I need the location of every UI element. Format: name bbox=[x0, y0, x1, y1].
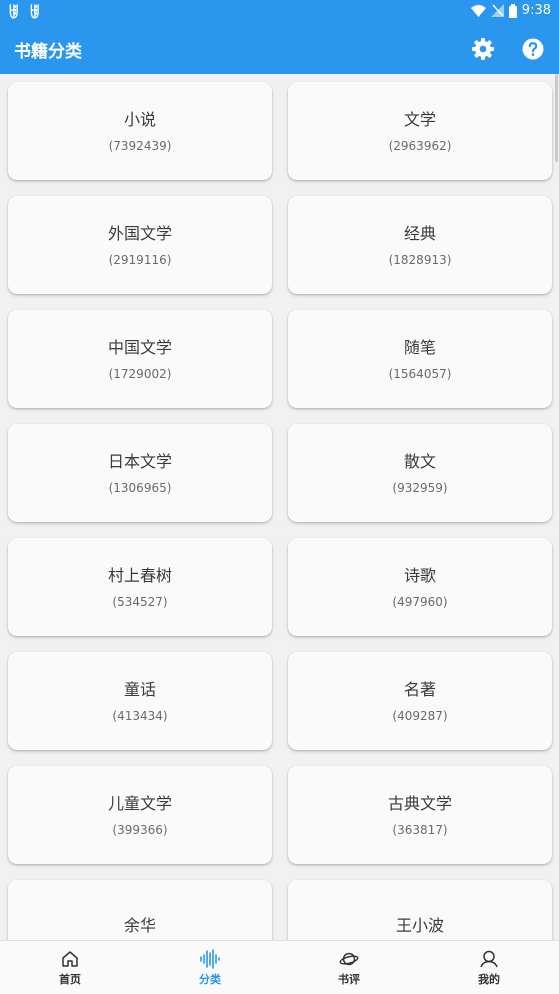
settings-button[interactable] bbox=[471, 37, 495, 61]
category-card[interactable]: 余华 bbox=[8, 880, 272, 940]
category-count: (1729002) bbox=[108, 366, 172, 381]
category-card[interactable]: 日本文学 (1306965) bbox=[8, 424, 272, 522]
nav-label: 书评 bbox=[338, 973, 360, 986]
status-bar: ꂍ ꂍ 9:38 bbox=[0, 0, 559, 24]
category-count: (497960) bbox=[392, 594, 448, 609]
category-name: 名著 bbox=[403, 679, 436, 699]
nav-item-home[interactable]: 首页 bbox=[0, 941, 140, 994]
category-card[interactable]: 经典 (1828913) bbox=[288, 196, 552, 294]
category-card[interactable]: 古典文学 (363817) bbox=[288, 766, 552, 864]
nav-item-profile[interactable]: 我的 bbox=[419, 941, 559, 994]
question-circle-icon bbox=[522, 38, 544, 60]
category-card[interactable]: 文学 (2963962) bbox=[288, 82, 552, 180]
category-name: 王小波 bbox=[395, 915, 444, 935]
category-count: (409287) bbox=[392, 708, 448, 723]
home-icon bbox=[59, 949, 81, 969]
bottom-nav: 首页 分类 书评 我的 bbox=[0, 940, 559, 994]
category-count: (1306965) bbox=[108, 480, 172, 495]
category-card[interactable]: 中国文学 (1729002) bbox=[8, 310, 272, 408]
category-count: (363817) bbox=[392, 822, 448, 837]
nav-item-reviews[interactable]: 书评 bbox=[279, 941, 419, 994]
category-name: 经典 bbox=[403, 223, 436, 243]
no-signal-icon bbox=[490, 4, 504, 17]
category-count: (7392439) bbox=[108, 138, 172, 153]
status-icons: 9:38 bbox=[470, 3, 551, 18]
category-card[interactable]: 外国文学 (2919116) bbox=[8, 196, 272, 294]
category-name: 日本文学 bbox=[107, 451, 172, 471]
category-count: (534527) bbox=[112, 594, 168, 609]
page-title: 书籍分类 bbox=[14, 42, 82, 62]
category-name: 古典文学 bbox=[387, 793, 452, 813]
category-name: 小说 bbox=[123, 109, 156, 129]
category-list[interactable]: 小说 (7392439) 文学 (2963962) 外国文学 (2919116) 经典… bbox=[0, 74, 559, 940]
notification-icons: ꂍ ꂍ bbox=[8, 4, 43, 22]
clock: 9:38 bbox=[521, 3, 551, 18]
category-card[interactable]: 小说 (7392439) bbox=[8, 82, 272, 180]
category-count: (2919116) bbox=[108, 252, 172, 267]
category-card[interactable]: 名著 (409287) bbox=[288, 652, 552, 750]
category-count: (413434) bbox=[112, 708, 168, 723]
wifi-icon bbox=[470, 4, 486, 17]
soundwave-icon bbox=[199, 949, 221, 969]
nav-label: 我的 bbox=[478, 973, 500, 986]
category-card[interactable]: 王小波 bbox=[288, 880, 552, 940]
category-name: 余华 bbox=[123, 915, 156, 935]
category-name: 散文 bbox=[403, 451, 436, 471]
help-button[interactable] bbox=[521, 37, 545, 61]
category-count: (932959) bbox=[392, 480, 448, 495]
category-count: (1828913) bbox=[388, 252, 452, 267]
category-name: 村上春树 bbox=[107, 565, 172, 585]
category-name: 童话 bbox=[123, 679, 156, 699]
scrollbar[interactable] bbox=[555, 74, 558, 162]
category-name: 中国文学 bbox=[107, 337, 172, 357]
nav-item-category[interactable]: 分类 bbox=[140, 941, 280, 994]
category-card[interactable]: 诗歌 (497960) bbox=[288, 538, 552, 636]
category-count: (1564057) bbox=[388, 366, 452, 381]
category-card[interactable]: 随笔 (1564057) bbox=[288, 310, 552, 408]
category-card[interactable]: 童话 (413434) bbox=[8, 652, 272, 750]
gear-icon bbox=[472, 38, 494, 60]
category-grid: 小说 (7392439) 文学 (2963962) 外国文学 (2919116) 经典… bbox=[8, 82, 552, 940]
person-icon bbox=[478, 949, 500, 969]
nav-label: 分类 bbox=[199, 973, 221, 986]
category-name: 诗歌 bbox=[403, 565, 436, 585]
category-count: (2963962) bbox=[388, 138, 452, 153]
nav-label: 首页 bbox=[59, 973, 81, 986]
planet-icon bbox=[338, 949, 360, 969]
category-name: 文学 bbox=[403, 109, 436, 129]
app-bar: 书籍分类 bbox=[0, 24, 559, 74]
category-card[interactable]: 儿童文学 (399366) bbox=[8, 766, 272, 864]
battery-icon bbox=[508, 3, 517, 18]
category-name: 外国文学 bbox=[107, 223, 172, 243]
category-card[interactable]: 散文 (932959) bbox=[288, 424, 552, 522]
category-name: 儿童文学 bbox=[107, 793, 172, 813]
category-name: 随笔 bbox=[403, 337, 436, 357]
category-card[interactable]: 村上春树 (534527) bbox=[8, 538, 272, 636]
category-count: (399366) bbox=[112, 822, 168, 837]
